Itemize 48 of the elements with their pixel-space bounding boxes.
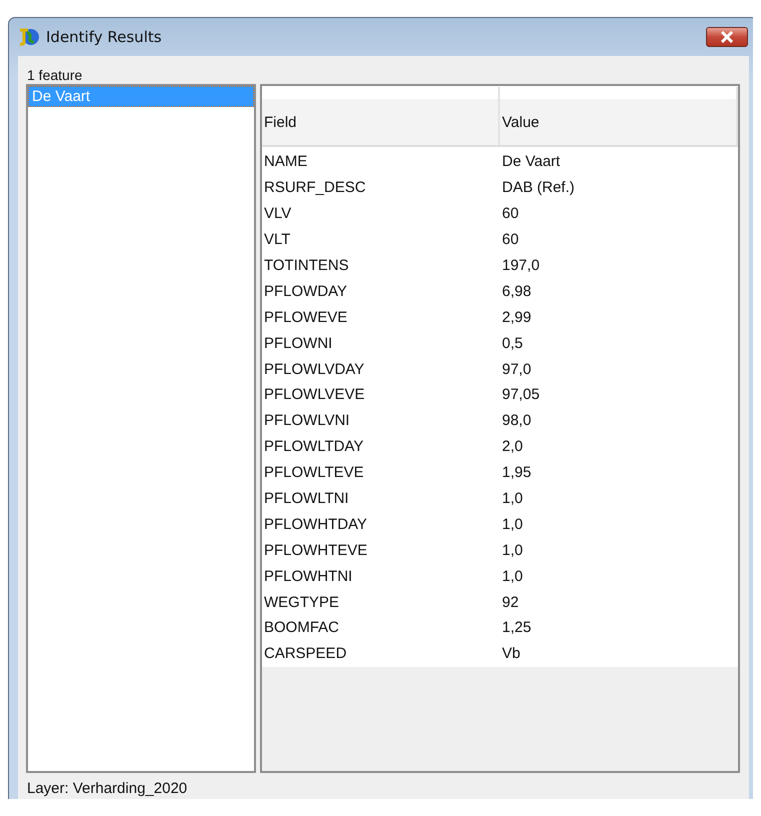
app-globe-icon (18, 26, 40, 48)
value-cell-text: 60 (501, 205, 520, 222)
value-cell-text: 2,0 (501, 438, 524, 456)
value-cell-text: 197,0 (501, 257, 541, 274)
value-cell-text: De Vaart (501, 153, 562, 170)
value-cell-text: 1,0 (501, 490, 524, 508)
field-cell-text: PFLOWHTEVE (263, 542, 368, 559)
field-cell-text: PFLOWLTNI (263, 490, 350, 508)
field-cell-text: PFLOWLVEVE (263, 386, 366, 404)
feature-count: 1 feature (26, 66, 84, 84)
value-cell-text: 0,5 (501, 334, 524, 352)
value-cell-text: 97,05 (501, 386, 541, 404)
field-cell-text: VLV (263, 205, 292, 222)
field-cell-text: RSURF_DESC (263, 179, 367, 196)
field-cell-text: PFLOWNI (263, 334, 334, 352)
field-cell-text: NAME (263, 153, 308, 170)
field-cell-text: PFLOWLTDAY (263, 438, 364, 456)
value-cell-text: 97,0 (501, 360, 532, 378)
value-cell-text: Vb (501, 645, 522, 662)
field-cell-text: WEGTYPE (263, 594, 340, 611)
field-cell-text: PFLOWEVE (263, 308, 348, 326)
column-header[interactable]: Value (500, 87, 738, 145)
field-cell-text: TOTINTENS (263, 257, 350, 274)
value-cell-text: 92 (501, 594, 520, 611)
value-cell-text: 1,0 (501, 516, 524, 533)
field-cell-text: PFLOWLTEVE (263, 464, 365, 482)
value-cell-text: 1,0 (501, 542, 524, 559)
field-cell-text: BOOMFAC (263, 619, 340, 636)
field-cell-text: VLT (263, 231, 292, 248)
value-cell-text: 1,95 (501, 464, 532, 482)
value-cell-text: 1,0 (501, 568, 524, 585)
value-cell-text: 6,98 (501, 282, 532, 300)
value-cell-text: 2,99 (501, 308, 532, 326)
field-cell-text: PFLOWHTNI (263, 568, 354, 585)
value-cell-text: 60 (501, 231, 520, 248)
window-title: Identify Results (46, 28, 163, 46)
field-cell-text: PFLOWDAY (263, 282, 348, 300)
field-cell-text: PFLOWLVNI (263, 412, 351, 430)
close-button[interactable] (706, 27, 748, 47)
field-cell-text: CARSPEED (263, 645, 348, 662)
field-cell-text: PFLOWHTDAY (263, 516, 368, 533)
field-cell-text: PFLOWLVDAY (263, 360, 366, 378)
column-header[interactable]: Field (262, 87, 500, 145)
layer-status: Layer: Verharding_2020 (26, 779, 188, 799)
close-icon (720, 31, 734, 43)
value-cell-text: DAB (Ref.) (501, 179, 576, 196)
value-cell-text: 98,0 (501, 412, 532, 430)
value-cell-text: 1,25 (501, 619, 532, 636)
